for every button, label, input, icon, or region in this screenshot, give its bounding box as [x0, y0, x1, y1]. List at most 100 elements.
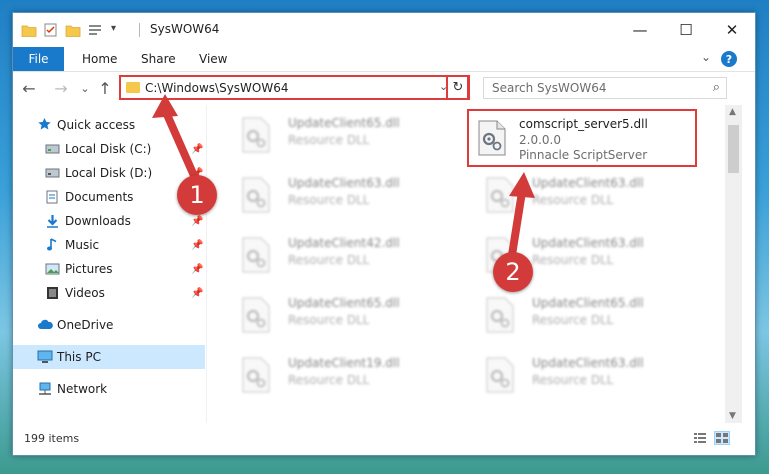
- pin-icon: 📌: [191, 239, 204, 251]
- sidebar-item-label: Network: [57, 382, 108, 396]
- help-icon[interactable]: ?: [721, 51, 737, 67]
- folder-icon: [21, 22, 37, 38]
- dll-file-icon: [241, 117, 271, 153]
- sidebar-item-label: Videos: [65, 286, 105, 300]
- tab-home[interactable]: Home: [82, 47, 117, 71]
- recent-locations-button[interactable]: ⌄: [75, 78, 95, 98]
- download-icon: [45, 214, 60, 228]
- network-icon: [37, 382, 52, 395]
- file-item[interactable]: UpdateClient63.dll Resource DLL: [229, 171, 459, 223]
- file-item[interactable]: UpdateClient65.dll Resource DLL: [473, 291, 703, 343]
- file-type: Resource DLL: [288, 253, 370, 267]
- sidebar-item-label: Local Disk (D:): [65, 166, 153, 180]
- properties-icon[interactable]: [43, 22, 59, 38]
- maximize-button[interactable]: ☐: [663, 13, 709, 47]
- sidebar-item-videos[interactable]: Videos 📌: [13, 281, 205, 305]
- file-type: Resource DLL: [288, 373, 370, 387]
- step-badge-2: 2: [493, 252, 533, 292]
- pin-icon: 📌: [191, 287, 204, 299]
- tab-view[interactable]: View: [199, 47, 227, 71]
- minimize-button[interactable]: —: [617, 13, 663, 47]
- file-item-comscript-server5[interactable]: comscript_server5.dll 2.0.0.0 Pinnacle S…: [467, 109, 697, 167]
- sidebar-item-label: Music: [65, 238, 100, 252]
- sidebar-item-label: OneDrive: [57, 318, 114, 332]
- sidebar-item-local-disk-c[interactable]: Local Disk (C:) 📌: [13, 137, 205, 161]
- scroll-thumb[interactable]: [728, 125, 739, 173]
- address-path: C:\Windows\SysWOW64: [145, 81, 289, 95]
- sidebar-item-network[interactable]: Network: [13, 377, 205, 401]
- new-folder-icon[interactable]: [65, 22, 81, 38]
- sidebar-item-local-disk-d[interactable]: Local Disk (D:) 📌: [13, 161, 205, 185]
- dll-file-icon: [485, 357, 515, 393]
- sidebar-item-label: Documents: [65, 190, 134, 204]
- file-item[interactable]: UpdateClient65.dll Resource DLL: [229, 111, 459, 163]
- window-title: SysWOW64: [150, 22, 220, 36]
- sidebar-item-label: Quick access: [57, 118, 136, 132]
- tab-file[interactable]: File: [13, 47, 64, 71]
- sidebar-item-label: Local Disk (C:): [65, 142, 152, 156]
- up-button[interactable]: ↑: [95, 78, 115, 98]
- pin-icon: 📌: [191, 215, 204, 227]
- file-type: Resource DLL: [288, 313, 370, 327]
- file-name: UpdateClient65.dll: [288, 296, 400, 310]
- file-name: UpdateClient63.dll: [532, 356, 644, 370]
- file-name: UpdateClient63.dll: [532, 176, 644, 190]
- dll-file-icon: [241, 357, 271, 393]
- address-bar[interactable]: C:\Windows\SysWOW64 ⌄: [119, 75, 469, 100]
- back-button[interactable]: ←: [19, 78, 39, 98]
- vertical-scrollbar[interactable]: ▲ ▼: [725, 105, 742, 423]
- file-name: UpdateClient19.dll: [288, 356, 400, 370]
- search-icon: ⌕: [712, 80, 720, 95]
- file-item[interactable]: UpdateClient19.dll Resource DLL: [229, 351, 459, 403]
- sidebar-item-quick-access[interactable]: Quick access: [13, 113, 205, 137]
- search-placeholder: Search SysWOW64: [492, 81, 607, 95]
- file-item[interactable]: UpdateClient63.dll Resource DLL: [473, 351, 703, 403]
- file-name: UpdateClient42.dll: [288, 236, 400, 250]
- navigation-pane: Quick access Local Disk (C:) 📌 Local Dis…: [13, 105, 205, 423]
- scroll-up-icon[interactable]: ▲: [729, 107, 736, 117]
- dll-file-icon: [485, 177, 515, 213]
- file-item[interactable]: UpdateClient42.dll Resource DLL: [229, 231, 459, 283]
- scroll-down-icon[interactable]: ▼: [729, 411, 736, 421]
- details-view-icon[interactable]: [693, 432, 707, 444]
- forward-button[interactable]: →: [51, 78, 71, 98]
- pin-icon: 📌: [191, 143, 204, 155]
- sidebar-item-label: This PC: [57, 350, 101, 364]
- item-count: 199 items: [24, 432, 80, 445]
- drive-icon: [45, 143, 60, 156]
- file-explorer-window: ▾ SysWOW64 — ☐ ✕ File Home Share View ⌄ …: [12, 12, 756, 456]
- file-item[interactable]: UpdateClient65.dll Resource DLL: [229, 291, 459, 343]
- file-name: UpdateClient65.dll: [532, 296, 644, 310]
- pin-icon: 📌: [191, 263, 204, 275]
- sidebar-item-downloads[interactable]: Downloads 📌: [13, 209, 205, 233]
- sidebar-item-onedrive[interactable]: OneDrive: [13, 313, 205, 337]
- search-input[interactable]: Search SysWOW64 ⌕: [483, 77, 727, 99]
- folder-icon: [126, 82, 140, 93]
- large-icons-view-icon[interactable]: [714, 431, 730, 445]
- refresh-button[interactable]: ↻: [446, 75, 470, 100]
- file-name: comscript_server5.dll: [519, 117, 648, 131]
- close-button[interactable]: ✕: [709, 13, 755, 47]
- step-badge-1: 1: [177, 175, 217, 215]
- file-item[interactable]: UpdateClient63.dll Resource DLL: [473, 171, 703, 223]
- videos-icon: [45, 286, 60, 299]
- sidebar-item-music[interactable]: Music 📌: [13, 233, 205, 257]
- file-type: Resource DLL: [288, 133, 370, 147]
- title-separator: [139, 23, 140, 37]
- sidebar-item-pictures[interactable]: Pictures 📌: [13, 257, 205, 281]
- dll-file-icon: [241, 297, 271, 333]
- file-name: UpdateClient63.dll: [532, 236, 644, 250]
- ribbon-tabs: File Home Share View ⌄ ?: [13, 47, 755, 72]
- sidebar-item-this-pc[interactable]: This PC: [13, 345, 205, 369]
- customize-icon[interactable]: [87, 22, 103, 38]
- file-company: Pinnacle ScriptServer: [519, 148, 648, 162]
- file-type: Resource DLL: [288, 193, 370, 207]
- expand-ribbon-icon[interactable]: ⌄: [701, 50, 711, 64]
- quick-access-dropdown-icon[interactable]: ▾: [111, 23, 127, 39]
- tab-share[interactable]: Share: [141, 47, 176, 71]
- drive-icon: [45, 167, 60, 180]
- sidebar-item-label: Downloads: [65, 214, 131, 228]
- dll-file-icon: [241, 237, 271, 273]
- computer-icon: [37, 350, 53, 363]
- file-type: Resource DLL: [532, 253, 614, 267]
